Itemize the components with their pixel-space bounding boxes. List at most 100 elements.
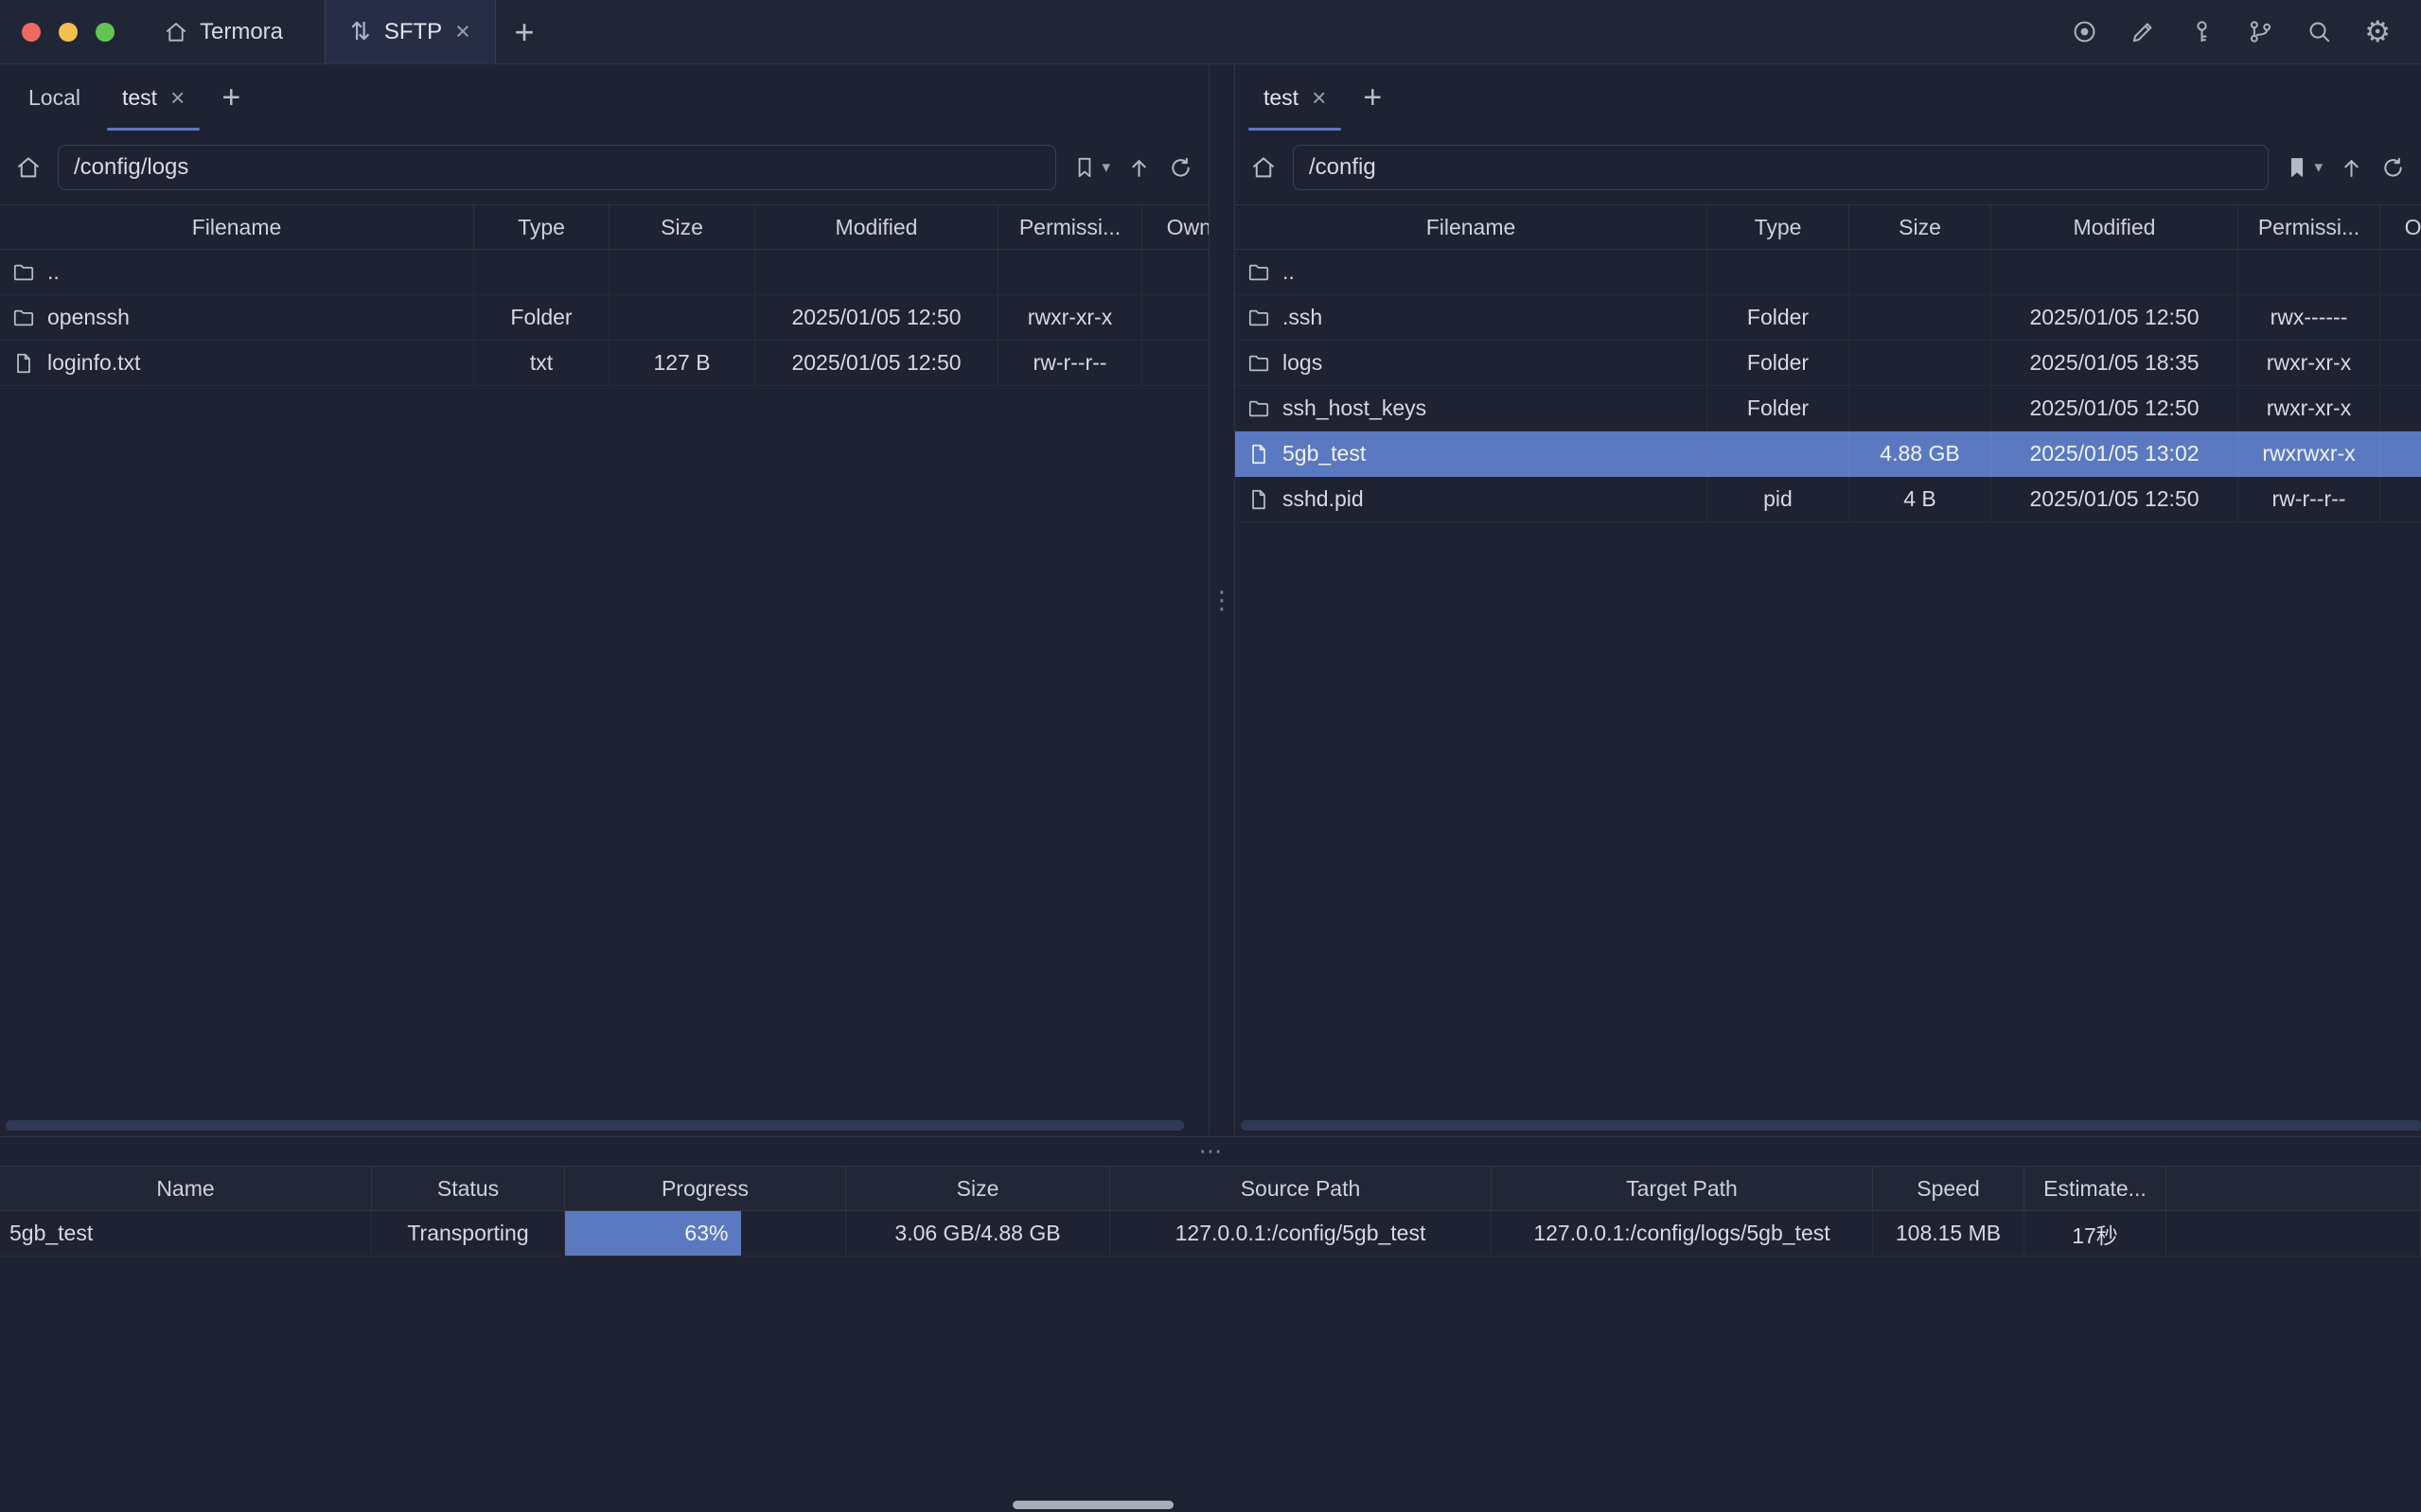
file-modified: 2025/01/05 12:50	[1991, 386, 2238, 431]
left-parent-dir-button[interactable]	[1126, 155, 1152, 181]
column-header-size[interactable]: Size	[1849, 205, 1991, 249]
left-refresh-button[interactable]	[1168, 155, 1193, 181]
file-modified: 2025/01/05 12:50	[1991, 477, 2238, 522]
right-horizontal-scrollbar-thumb[interactable]	[1241, 1120, 2421, 1131]
file-row[interactable]: .ssh Folder 2025/01/05 12:50 rwx------	[1235, 295, 2421, 341]
column-header-status[interactable]: Status	[372, 1167, 565, 1210]
search-icon[interactable]	[2306, 18, 2333, 45]
column-header-type[interactable]: Type	[1707, 205, 1849, 249]
file-row[interactable]: loginfo.txt txt 127 B 2025/01/05 12:50 r…	[0, 341, 1209, 386]
edit-icon[interactable]	[2129, 18, 2157, 45]
column-header-target-path[interactable]: Target Path	[1492, 1167, 1873, 1210]
home-button[interactable]	[15, 154, 42, 181]
file-name: ..	[1282, 259, 1295, 285]
right-path-input[interactable]	[1293, 145, 2269, 190]
home-button[interactable]	[1250, 154, 1277, 181]
left-bookmarks-button[interactable]: ▾	[1072, 155, 1110, 180]
file-name: loginfo.txt	[47, 350, 140, 376]
chevron-down-icon: ▾	[2314, 158, 2323, 177]
file-type: txt	[474, 341, 610, 386]
file-owner	[2380, 431, 2421, 477]
chevron-down-icon: ▾	[1102, 158, 1110, 177]
file-owner	[1142, 341, 1209, 386]
column-header-owner[interactable]: Owner	[2380, 205, 2421, 249]
file-permissions	[2238, 250, 2380, 295]
folder-icon	[1246, 396, 1271, 421]
file-name: .ssh	[1282, 305, 1322, 330]
tab-sftp-label: SFTP	[384, 19, 442, 45]
screen-record-icon[interactable]	[2071, 18, 2098, 45]
transfer-rows: 5gb_test Transporting 63% 3.06 GB/4.88 G…	[0, 1211, 2421, 1257]
right-file-pane: test × + ▾	[1235, 64, 2421, 1136]
file-permissions: rwx------	[2238, 295, 2380, 341]
file-size	[610, 295, 755, 341]
window-scrollbar-thumb[interactable]	[1013, 1501, 1174, 1509]
tab-local-label: Local	[28, 85, 80, 111]
column-header-modified[interactable]: Modified	[755, 205, 998, 249]
transfer-size: 3.06 GB/4.88 GB	[846, 1211, 1110, 1257]
right-bookmarks-button[interactable]: ▾	[2285, 155, 2323, 180]
column-header-filename[interactable]: Filename	[0, 205, 474, 249]
file-row[interactable]: openssh Folder 2025/01/05 12:50 rwxr-xr-…	[0, 295, 1209, 341]
column-header-size[interactable]: Size	[846, 1167, 1110, 1210]
file-modified: 2025/01/05 12:50	[755, 295, 998, 341]
file-row[interactable]: ssh_host_keys Folder 2025/01/05 12:50 rw…	[1235, 386, 2421, 431]
file-type: Folder	[1707, 295, 1849, 341]
file-icon	[1246, 487, 1271, 512]
transfer-panel: Name Status Progress Size Source Path Ta…	[0, 1166, 2421, 1257]
column-header-type[interactable]: Type	[474, 205, 610, 249]
column-header-size[interactable]: Size	[610, 205, 755, 249]
file-modified	[755, 250, 998, 295]
settings-icon[interactable]: ⚙	[2364, 17, 2391, 46]
transfer-panel-divider[interactable]: ⋯	[0, 1137, 2421, 1166]
column-header-progress[interactable]: Progress	[565, 1167, 846, 1210]
transfer-filler	[2166, 1211, 2421, 1257]
column-header-estimate[interactable]: Estimate...	[2024, 1167, 2166, 1210]
new-tab-button[interactable]: +	[496, 0, 553, 63]
file-row[interactable]: 5gb_test 4.88 GB 2025/01/05 13:02 rwxrwx…	[1235, 431, 2421, 477]
column-header-permissions[interactable]: Permissi...	[2238, 205, 2380, 249]
minimize-window-button[interactable]	[59, 23, 78, 42]
right-refresh-button[interactable]	[2380, 155, 2406, 181]
column-header-permissions[interactable]: Permissi...	[998, 205, 1142, 249]
close-tab-icon[interactable]: ×	[1312, 85, 1326, 110]
close-tab-icon[interactable]: ×	[170, 85, 185, 110]
tab-local[interactable]: Local	[8, 64, 101, 131]
transfer-name: 5gb_test	[0, 1211, 372, 1257]
left-horizontal-scrollbar-thumb[interactable]	[6, 1120, 1184, 1131]
right-path-toolbar: ▾	[1235, 131, 2421, 204]
sftp-split-view: Local test × + ▾	[0, 64, 2421, 1137]
tab-sftp[interactable]: ⇅ SFTP ×	[325, 0, 496, 63]
close-tab-icon[interactable]: ×	[455, 19, 470, 44]
tab-test-right[interactable]: test ×	[1243, 64, 1347, 131]
column-header-speed[interactable]: Speed	[1873, 1167, 2024, 1210]
column-header-owner[interactable]: Owner	[1142, 205, 1209, 249]
column-header-name[interactable]: Name	[0, 1167, 372, 1210]
file-size	[1849, 295, 1991, 341]
key-icon[interactable]	[2188, 18, 2216, 45]
zoom-window-button[interactable]	[96, 23, 115, 42]
folder-icon	[11, 306, 36, 330]
right-parent-dir-button[interactable]	[2339, 155, 2364, 181]
file-row[interactable]: ..	[0, 250, 1209, 295]
file-row[interactable]: sshd.pid pid 4 B 2025/01/05 12:50 rw-r--…	[1235, 477, 2421, 522]
tab-test-left[interactable]: test ×	[101, 64, 205, 131]
file-permissions: rw-r--r--	[998, 341, 1142, 386]
file-row[interactable]: logs Folder 2025/01/05 18:35 rwxr-xr-x	[1235, 341, 2421, 386]
tab-termora[interactable]: Termora	[139, 0, 308, 63]
file-row[interactable]: ..	[1235, 250, 2421, 295]
column-header-filename[interactable]: Filename	[1235, 205, 1707, 249]
left-path-input[interactable]	[58, 145, 1056, 190]
transfer-row[interactable]: 5gb_test Transporting 63% 3.06 GB/4.88 G…	[0, 1211, 2421, 1257]
left-new-session-button[interactable]: +	[205, 64, 256, 131]
file-size: 127 B	[610, 341, 755, 386]
close-window-button[interactable]	[22, 23, 41, 42]
transfer-target-path: 127.0.0.1:/config/logs/5gb_test	[1492, 1211, 1873, 1257]
column-header-modified[interactable]: Modified	[1991, 205, 2238, 249]
branch-icon[interactable]	[2247, 18, 2274, 45]
progress-cell: 63%	[565, 1211, 846, 1257]
drag-dots-icon: ⋯	[1199, 1137, 1223, 1166]
right-new-session-button[interactable]: +	[1347, 64, 1398, 131]
column-header-source-path[interactable]: Source Path	[1110, 1167, 1492, 1210]
pane-divider[interactable]: ⋮	[1209, 64, 1235, 1136]
